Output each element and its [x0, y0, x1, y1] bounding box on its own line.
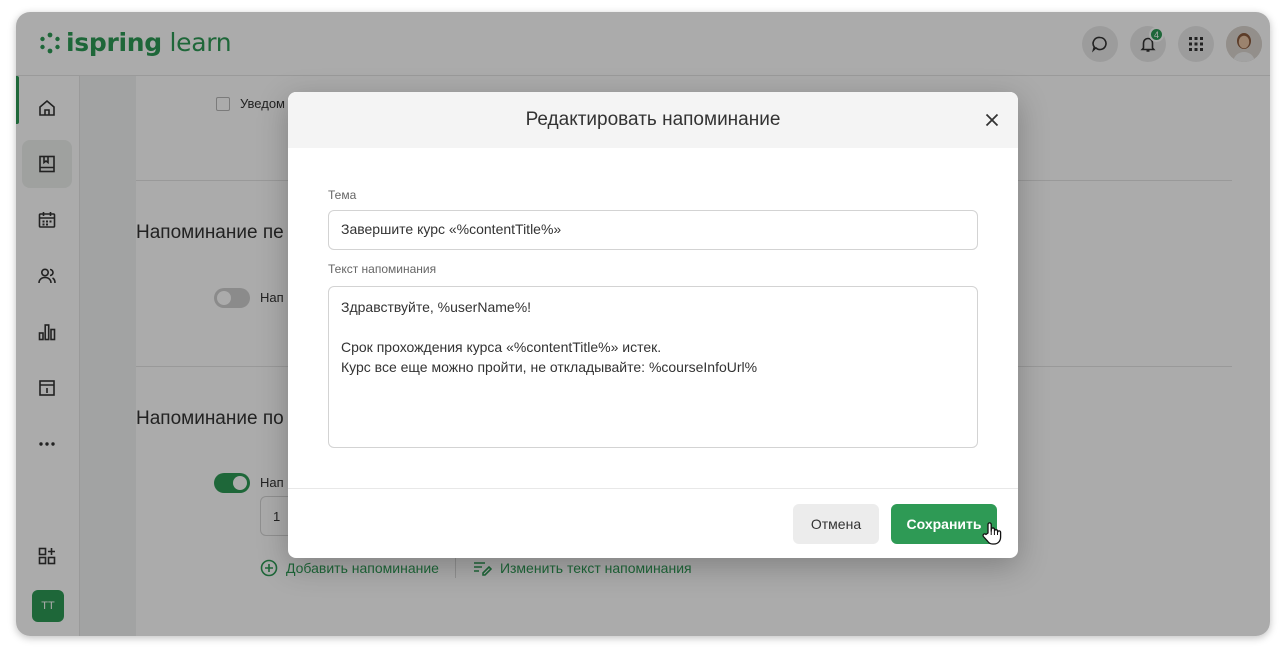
- subject-input[interactable]: Завершите курс «%contentTitle%»: [328, 210, 978, 250]
- text-line: Срок прохождения курса «%contentTitle%» …: [341, 339, 662, 355]
- dialog-header: Редактировать напоминание: [288, 92, 1018, 148]
- dialog-footer: Отмена Сохранить: [288, 488, 1018, 558]
- text-line: [341, 317, 965, 337]
- body-label: Текст напоминания: [328, 262, 437, 276]
- hand-cursor-icon: [982, 522, 1002, 545]
- reminder-text-area[interactable]: Здравствуйте, %userName%! Срок прохожден…: [328, 286, 978, 448]
- close-button[interactable]: [980, 108, 1004, 132]
- app-window: ispring learn 4 TT Уведом Напоминание пе…: [16, 12, 1270, 636]
- edit-reminder-dialog: Редактировать напоминание Тема Завершите…: [288, 92, 1018, 558]
- text-line: Здравствуйте, %userName%!: [341, 299, 532, 315]
- cancel-button[interactable]: Отмена: [793, 504, 879, 544]
- dialog-title: Редактировать напоминание: [525, 109, 781, 130]
- close-icon: [985, 113, 999, 127]
- subject-label: Тема: [328, 188, 357, 202]
- text-line: Курс все еще можно пройти, не откладывай…: [341, 359, 758, 375]
